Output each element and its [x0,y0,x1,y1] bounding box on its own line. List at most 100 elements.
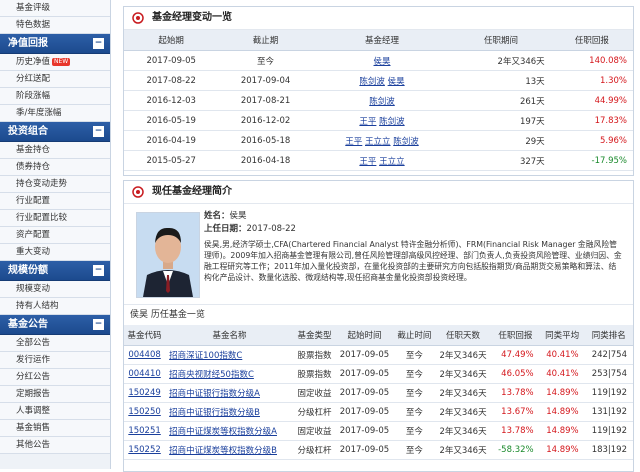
days-cell: 2年又346天 [434,383,492,403]
sidebar-item-stage-gain[interactable]: 阶段涨幅 [0,88,110,105]
fund-name-link[interactable]: 招商中证煤炭等权指数分级B [169,446,277,456]
collapse-icon[interactable]: − [93,319,104,330]
sidebar-item-scale-change[interactable]: 规模变动 [0,281,110,298]
manager-changes-table: 起始期 截止期 基金经理 任职期间 任职回报 2017-09-05 至今 侯昊 2年又… [124,30,633,171]
sidebar-section-nav-return[interactable]: 净值回报 − [0,34,110,54]
sidebar-item-industry-compare[interactable]: 行业配置比较 [0,210,110,227]
col-header: 基金经理 [312,30,452,51]
manager-link[interactable]: 侯昊 [388,77,405,87]
col-header: 基金代码 [124,325,166,346]
section-title: 净值回报 [8,38,48,49]
manager-link[interactable]: 陈剑波 [359,77,385,87]
return-cell: 13.78% [491,421,540,441]
panel-title: 基金经理变动一览 [124,7,633,30]
fund-type-cell: 股票指数 [294,345,336,365]
end-date-cell: 至今 [393,383,435,403]
collapse-icon[interactable]: − [93,126,104,137]
fund-code-link[interactable]: 150251 [128,426,160,436]
collapse-icon[interactable]: − [93,265,104,276]
return-cell: -17.95% [550,150,633,171]
sidebar-item-special-data[interactable]: 特色数据 [0,17,110,34]
rank-cell: 253|754 [584,364,633,384]
manager-photo [136,212,200,298]
name-label: 姓名： [204,211,230,221]
rank-cell: 183|192 [584,440,633,460]
fund-name-link[interactable]: 招商央视财经50指数C [169,370,254,380]
average-cell: 14.89% [539,383,585,403]
fund-name-link[interactable]: 招商深证100指数C [169,351,242,361]
manager-link[interactable]: 陈剑波 [379,117,405,127]
section-title: 规模份额 [8,265,48,276]
sidebar-item-fund-rating[interactable]: 基金评级 [0,0,110,17]
manager-link[interactable]: 侯昊 [374,57,391,67]
manager-changes-panel: 基金经理变动一览 起始期 截止期 基金经理 任职期间 任职回报 2017-09-… [123,6,634,176]
sidebar-item-all-announcements[interactable]: 全部公告 [0,335,110,352]
fund-type-cell: 分级杠杆 [294,440,336,460]
sidebar-item-holder-structure[interactable]: 持有人结构 [0,298,110,315]
sidebar-item-annual-gain[interactable]: 季/年度涨幅 [0,105,110,122]
sidebar-item-personnel[interactable]: 人事调整 [0,403,110,420]
sidebar-item-periodic-report[interactable]: 定期报告 [0,386,110,403]
table-row: 2016-12-03 2017-08-21 陈剑波 261天 44.99% [124,90,633,111]
manager-link[interactable]: 陈剑波 [369,97,395,107]
sidebar-item-industry[interactable]: 行业配置 [0,193,110,210]
fund-name-link[interactable]: 招商中证银行指数分级B [169,408,260,418]
manager-link[interactable]: 王立立 [379,157,405,167]
start-date-cell: 2017-09-05 [335,383,394,403]
collapse-icon[interactable]: − [93,38,104,49]
fund-name-link[interactable]: 招商中证银行指数分级A [169,389,260,399]
new-badge: NEW [52,58,71,66]
manager-link[interactable]: 陈剑波 [393,137,419,147]
sidebar-item-major-changes[interactable]: 重大变动 [0,244,110,261]
manager-link[interactable]: 王平 [345,137,362,147]
fund-name-link[interactable]: 招商中证煤炭等权指数分级A [169,427,277,437]
fund-code-link[interactable]: 150249 [128,388,160,398]
sidebar-item-dividend[interactable]: 分红送配 [0,71,110,88]
sidebar-item-issuance[interactable]: 发行运作 [0,352,110,369]
fund-type-cell: 分级杠杆 [294,402,336,422]
sidebar-item-sales[interactable]: 基金销售 [0,420,110,437]
start-date-cell: 2015-05-27 [124,150,219,171]
section-bullet-icon [132,12,144,24]
end-date-cell: 至今 [218,50,313,71]
period-cell: 2年又346天 [451,50,551,71]
history-title: 侯昊 历任基金一览 [124,304,633,325]
days-cell: 2年又346天 [434,345,492,365]
sidebar-section-portfolio[interactable]: 投资组合 − [0,122,110,142]
fund-code-link[interactable]: 150250 [128,407,160,417]
fund-code-link[interactable]: 004410 [128,369,160,379]
col-header: 同类排名 [584,325,633,346]
table-row: 004410 招商央视财经50指数C 股票指数 2017-09-05 至今 2年又346天… [124,364,633,384]
fund-code-link[interactable]: 004408 [128,350,160,360]
manager-link[interactable]: 王平 [359,157,376,167]
sidebar-section-scale[interactable]: 规模份额 − [0,261,110,281]
start-date-cell: 2017-08-22 [124,70,219,91]
manager-link[interactable]: 王立立 [365,137,391,147]
fund-code-cell: 004410 [124,364,166,384]
return-cell: 5.96% [550,130,633,151]
sidebar-item-other[interactable]: 其他公告 [0,437,110,454]
return-cell: 140.08% [550,50,633,71]
fund-type-cell: 固定收益 [294,421,336,441]
fund-code-link[interactable]: 150252 [128,445,160,455]
manager-info: 姓名：侯昊 上任日期：2017-08-22 侯昊,男,经济学硕士,CFA(Cha… [124,204,633,304]
end-date-cell: 至今 [393,364,435,384]
sidebar-section-announcements[interactable]: 基金公告 − [0,315,110,335]
sidebar-item-holdings[interactable]: 基金持仓 [0,142,110,159]
sidebar-item-bond-holdings[interactable]: 债券持仓 [0,159,110,176]
return-cell: 46.05% [491,364,540,384]
rank-cell: 131|192 [584,402,633,422]
end-date-cell: 2017-08-21 [218,90,313,111]
manager-link[interactable]: 王平 [359,117,376,127]
average-cell: 14.89% [539,440,585,460]
table-row: 150252 招商中证煤炭等权指数分级B 分级杠杆 2017-09-05 至今 2年又34… [124,440,633,460]
period-cell: 197天 [451,110,551,131]
manager-bio: 侯昊,男,经济学硕士,CFA(Chartered Financial Analy… [204,240,622,282]
sidebar-item-holding-trend[interactable]: 持仓变动走势 [0,176,110,193]
sidebar-item-dividend-announce[interactable]: 分红公告 [0,369,110,386]
sidebar-item-history-nav[interactable]: 历史净值 NEW [0,54,110,71]
start-date-cell: 2017-09-05 [335,421,394,441]
start-date-cell: 2017-09-05 [335,345,394,365]
sidebar-item-asset-allocation[interactable]: 资产配置 [0,227,110,244]
start-date-cell: 2016-04-19 [124,130,219,151]
